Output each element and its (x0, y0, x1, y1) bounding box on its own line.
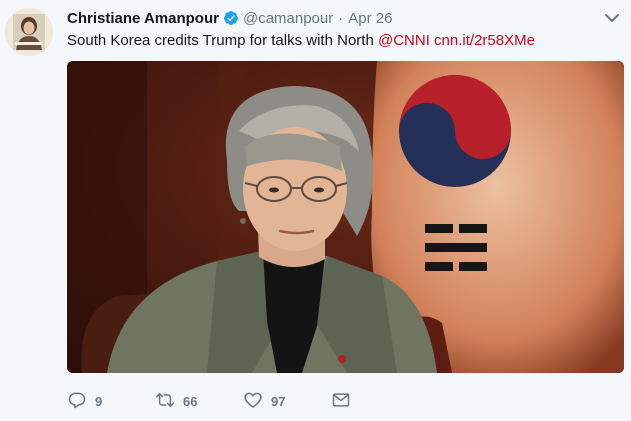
reply-count: 9 (95, 393, 103, 409)
url-link[interactable]: cnn.it/2r58XMe (434, 32, 535, 49)
tweet-text: South Korea credits Trump for talks with… (67, 31, 535, 51)
direct-message-icon (331, 390, 351, 413)
reply-icon (67, 390, 87, 413)
separator-dot: · (338, 9, 344, 27)
like-button[interactable]: 97 (243, 390, 331, 413)
retweet-count: 66 (183, 393, 198, 409)
mention-link[interactable]: @CNNI (378, 32, 430, 49)
like-icon (243, 390, 263, 413)
chevron-down-icon[interactable] (603, 9, 621, 27)
retweet-button[interactable]: 66 (155, 390, 243, 413)
avatar[interactable] (5, 8, 53, 56)
tweet-header: Christiane Amanpour @camanpour · Apr 26 (67, 8, 392, 28)
tweet: Christiane Amanpour @camanpour · Apr 26 … (0, 0, 631, 421)
like-count: 97 (271, 393, 286, 409)
author-name[interactable]: Christiane Amanpour (67, 10, 219, 27)
tweet-text-body: South Korea credits Trump for talks with… (67, 32, 378, 49)
reply-button[interactable]: 9 (67, 390, 155, 413)
direct-message-button[interactable] (331, 390, 351, 413)
verified-badge-icon (223, 10, 239, 26)
retweet-icon (155, 390, 175, 413)
tweet-actions: 9 66 97 (67, 390, 351, 412)
tweet-timestamp[interactable]: Apr 26 (348, 10, 392, 27)
tweet-media-image[interactable] (67, 61, 624, 373)
author-handle[interactable]: @camanpour (243, 10, 333, 27)
